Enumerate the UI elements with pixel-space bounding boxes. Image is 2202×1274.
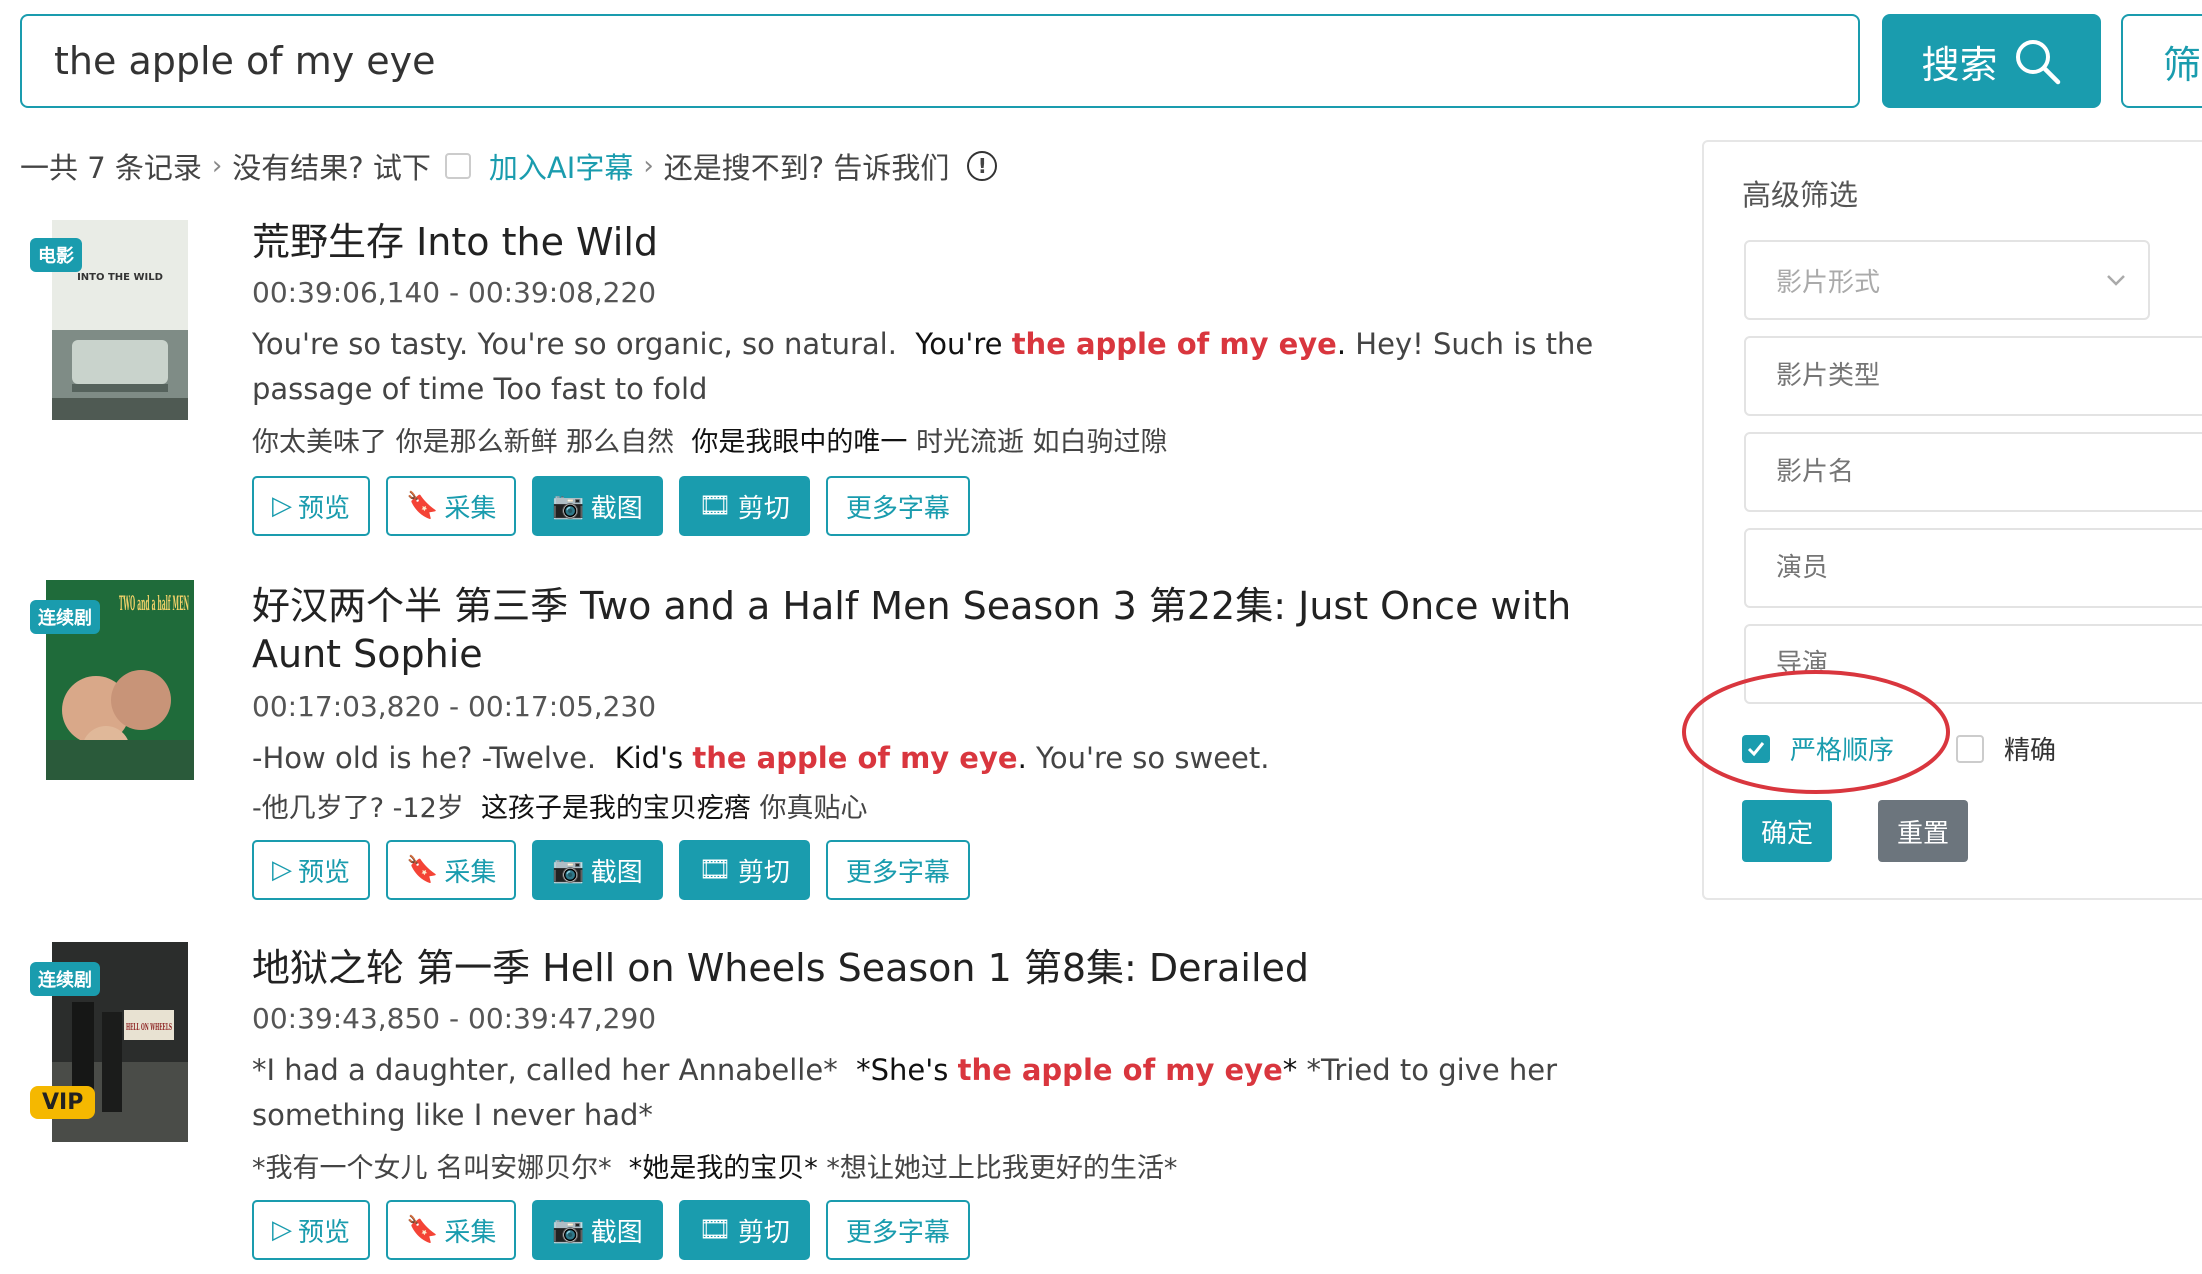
exact-label: 精确 bbox=[2004, 736, 2057, 766]
cut-button[interactable]: 🎞 剪切 bbox=[678, 1200, 810, 1260]
type-badge: 连续剧 bbox=[30, 600, 100, 634]
ai-subtitle-checkbox[interactable] bbox=[444, 153, 471, 179]
result-timestamp: 00:17:03,820 - 00:17:05,230 bbox=[252, 690, 657, 723]
ai-subtitle-link[interactable]: 加入AI字幕 bbox=[489, 145, 633, 187]
result-title[interactable]: 地狱之轮 第一季 Hell on Wheels Season 1 第8集: De… bbox=[252, 944, 1672, 992]
chevron-right-icon: › bbox=[643, 151, 654, 181]
screenshot-button[interactable]: 📷 截图 bbox=[532, 476, 663, 536]
preview-button[interactable]: ▷ 预览 bbox=[252, 476, 371, 536]
preview-button[interactable]: ▷ 预览 bbox=[252, 840, 371, 900]
more-subtitles-button[interactable]: 更多字幕 bbox=[825, 476, 970, 536]
camera-icon: 📷 bbox=[552, 491, 585, 521]
search-button-label: 搜索 bbox=[1921, 42, 1998, 87]
panel-title: 高级筛选 bbox=[1742, 178, 1859, 212]
more-subtitles-button[interactable]: 更多字幕 bbox=[825, 1200, 970, 1260]
result-timestamp: 00:39:43,850 - 00:39:47,290 bbox=[252, 1002, 657, 1035]
screenshot-button[interactable]: 📷 截图 bbox=[532, 840, 663, 900]
collect-button[interactable]: 🔖 采集 bbox=[386, 840, 517, 900]
result-count: 一共 7 条记录 bbox=[20, 151, 202, 185]
chevron-down-icon bbox=[2107, 275, 2125, 286]
match-highlight: the apple of my eye bbox=[692, 741, 1018, 775]
bookmark-add-icon: 🔖 bbox=[406, 491, 439, 521]
film-icon: 🎞 bbox=[698, 855, 732, 885]
vip-badge: VIP bbox=[30, 1086, 96, 1119]
report-text[interactable]: 还是搜不到? 告诉我们 bbox=[664, 145, 950, 187]
poster-title-text: TWO and a half MEN bbox=[119, 591, 189, 615]
search-input[interactable] bbox=[20, 14, 1860, 108]
exact-checkbox[interactable] bbox=[1956, 734, 1984, 763]
poster-title-text: HELL ON WHEELS bbox=[126, 1023, 172, 1033]
result-actions: ▷ 预览 🔖 采集 📷 截图 🎞 剪切 更多字幕 bbox=[252, 840, 970, 900]
more-subtitles-button[interactable]: 更多字幕 bbox=[825, 840, 970, 900]
result-actions: ▷ 预览 🔖 采集 📷 截图 🎞 剪切 更多字幕 bbox=[252, 476, 970, 536]
type-badge: 电影 bbox=[30, 238, 82, 272]
film-icon: 🎞 bbox=[698, 491, 732, 521]
filter-toggle-button[interactable]: 筛 bbox=[2121, 14, 2202, 108]
subtitle-english: *I had a daughter, called her Annabelle*… bbox=[252, 1053, 1558, 1132]
cut-button[interactable]: 🎞 剪切 bbox=[678, 476, 810, 536]
annotation-circle bbox=[1682, 670, 1950, 794]
result-timestamp: 00:39:06,140 - 00:39:08,220 bbox=[252, 276, 657, 309]
subtitle-chinese: -他几岁了? -12岁 这孩子是我的宝贝疙瘩 你真贴心 bbox=[252, 793, 868, 824]
collect-button[interactable]: 🔖 采集 bbox=[386, 1200, 517, 1260]
subtitle-chinese: 你太美味了 你是那么新鲜 那么自然 你是我眼中的唯一 时光流逝 如白驹过隙 bbox=[252, 427, 1168, 458]
search-icon bbox=[2015, 40, 2060, 85]
title-input[interactable] bbox=[1744, 432, 2202, 512]
result-title[interactable]: 好汉两个半 第三季 Two and a Half Men Season 3 第2… bbox=[252, 582, 1672, 678]
format-select[interactable]: 影片形式 bbox=[1744, 240, 2150, 320]
match-highlight: the apple of my eye bbox=[1011, 327, 1337, 361]
subtitle-chinese: *我有一个女儿 名叫安娜贝尔* *她是我的宝贝* *想让她过上比我更好的生活* bbox=[252, 1153, 1178, 1184]
camera-icon: 📷 bbox=[552, 1215, 585, 1245]
no-result-hint: 没有结果? 试下 bbox=[232, 151, 431, 185]
match-highlight: the apple of my eye bbox=[957, 1053, 1283, 1087]
bookmark-add-icon: 🔖 bbox=[406, 855, 439, 885]
play-icon: ▷ bbox=[272, 491, 292, 521]
collect-button[interactable]: 🔖 采集 bbox=[386, 476, 517, 536]
type-badge: 连续剧 bbox=[30, 962, 100, 996]
result-summary: 一共 7 条记录 › 没有结果? 试下 加入AI字幕 › 还是搜不到? 告诉我们… bbox=[20, 140, 998, 192]
cut-button[interactable]: 🎞 剪切 bbox=[678, 840, 810, 900]
screenshot-button[interactable]: 📷 截图 bbox=[532, 1200, 663, 1260]
result-title[interactable]: 荒野生存 Into the Wild bbox=[252, 218, 1672, 266]
play-icon: ▷ bbox=[272, 1215, 292, 1245]
result-actions: ▷ 预览 🔖 采集 📷 截图 🎞 剪切 更多字幕 bbox=[252, 1200, 970, 1260]
preview-button[interactable]: ▷ 预览 bbox=[252, 1200, 371, 1260]
confirm-button[interactable]: 确定 bbox=[1742, 800, 1832, 862]
actor-input[interactable] bbox=[1744, 528, 2202, 608]
type-input[interactable] bbox=[1744, 336, 2202, 416]
subtitle-english: You're so tasty. You're so organic, so n… bbox=[252, 327, 1594, 406]
camera-icon: 📷 bbox=[552, 855, 585, 885]
bookmark-add-icon: 🔖 bbox=[406, 1215, 439, 1245]
search-button[interactable]: 搜索 bbox=[1882, 14, 2101, 108]
exact-option[interactable]: 精确 bbox=[1956, 730, 2056, 767]
info-icon[interactable]: ! bbox=[967, 151, 998, 181]
reset-button[interactable]: 重置 bbox=[1878, 800, 1968, 862]
chevron-right-icon: › bbox=[211, 151, 223, 181]
play-icon: ▷ bbox=[272, 855, 292, 885]
poster-title-text: INTO THE WILD bbox=[77, 272, 163, 283]
subtitle-english: -How old is he? -Twelve. Kid's the apple… bbox=[252, 741, 1270, 775]
film-icon: 🎞 bbox=[698, 1215, 732, 1245]
filter-button-label: 筛 bbox=[2163, 42, 2202, 87]
